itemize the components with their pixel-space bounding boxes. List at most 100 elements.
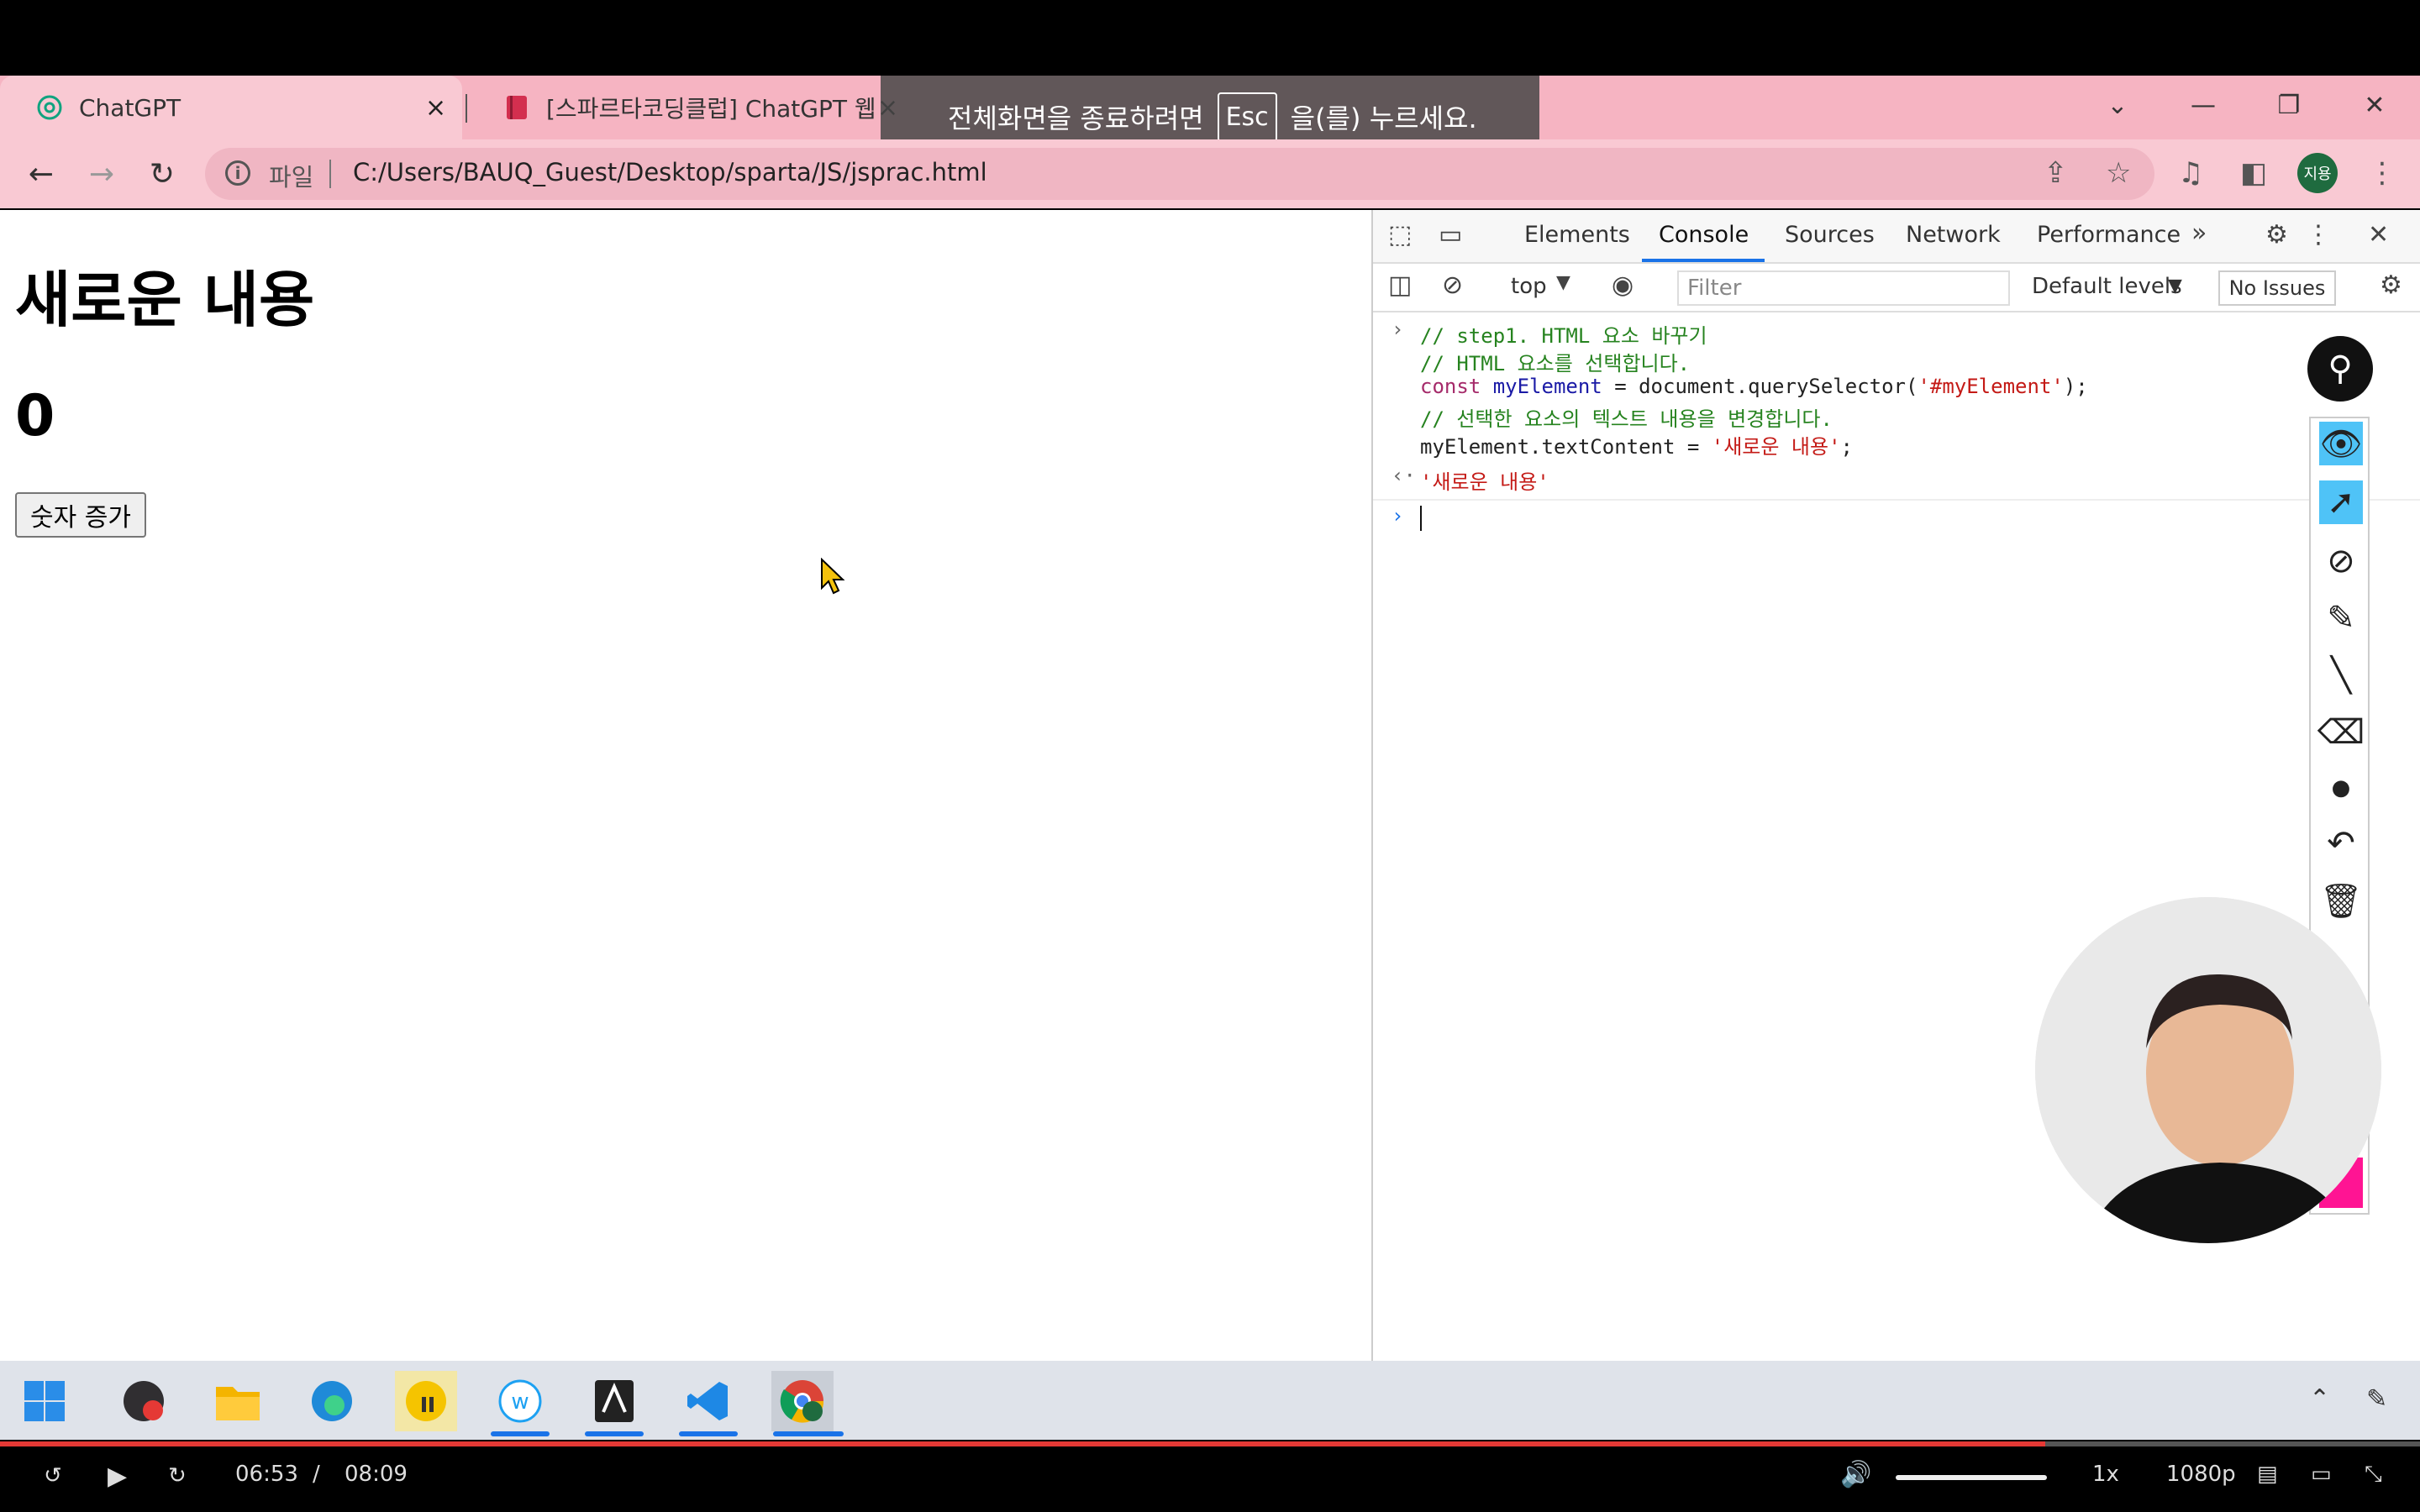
tab-performance[interactable]: Performance (2037, 222, 2181, 248)
playback-speed[interactable]: 1x (2092, 1462, 2119, 1487)
tab-console[interactable]: Console (1659, 222, 1749, 248)
file-explorer-icon[interactable] (207, 1371, 269, 1431)
device-toolbar-icon[interactable]: ▭ (1439, 220, 1462, 249)
log-levels-dropdown[interactable]: Default levels (2032, 274, 2182, 299)
windows-start-icon[interactable] (13, 1371, 76, 1431)
taskbar-running-indicator (585, 1431, 644, 1436)
side-panel-icon[interactable]: ◧ (2240, 156, 2267, 190)
devtools-menu-icon[interactable]: ⋮ (2306, 220, 2331, 249)
duration: 08:09 (345, 1462, 408, 1487)
tab-chatgpt[interactable]: ChatGPT × (0, 76, 462, 139)
undo-icon[interactable]: ↶ (2319, 822, 2363, 865)
captions-icon[interactable]: ▤ (2257, 1462, 2278, 1487)
whale-browser-icon[interactable]: w (489, 1371, 551, 1431)
console-result: '새로운 내용' (1420, 470, 1549, 494)
tray-chevron-up-icon[interactable]: ⌃ (2309, 1384, 2330, 1414)
book-icon (502, 93, 531, 122)
console-prompt-caret[interactable] (1420, 506, 1422, 531)
annotation-tool-logo-icon[interactable]: ⚲ (2307, 336, 2373, 402)
info-icon[interactable]: i (225, 160, 250, 186)
media-control-icon[interactable]: ♫ (2178, 156, 2203, 190)
exit-fullscreen-icon[interactable]: ⤡ (2365, 1462, 2382, 1488)
input-chevron-icon: › (1392, 318, 1404, 341)
live-expression-eye-icon[interactable]: ◉ (1612, 270, 1634, 300)
settings-gear-icon[interactable]: ⚙ (2265, 220, 2288, 249)
code-line: // step1. HTML 요소 바꾸기 (1420, 324, 1707, 348)
profile-avatar[interactable]: 지용 (2297, 153, 2338, 193)
taskbar-running-indicator (679, 1431, 738, 1436)
eraser-tool-icon[interactable]: ⌫ (2317, 711, 2365, 754)
chatgpt-icon (35, 93, 64, 122)
url-text[interactable]: C:/Users/BAUQ_Guest/Desktop/sparta/JS/js… (353, 158, 987, 186)
volume-slider[interactable] (1896, 1475, 2047, 1480)
inspect-element-icon[interactable]: ⬚ (1388, 220, 1412, 249)
forward-10-icon[interactable]: ↻ (168, 1463, 187, 1488)
presenter-avatar-icon (2035, 897, 2381, 1243)
counter-value: 0 (15, 383, 55, 449)
rewind-10-icon[interactable]: ↺ (44, 1463, 62, 1488)
messenger-app-icon[interactable] (395, 1371, 457, 1431)
laser-tool-icon[interactable]: ⊘ (2319, 539, 2363, 583)
back-icon[interactable]: ← (18, 151, 64, 197)
highlighter-tool-icon[interactable]: ✎ (2319, 596, 2363, 640)
tab-sources[interactable]: Sources (1785, 222, 1875, 248)
kebab-menu-icon[interactable]: ⋮ (2368, 156, 2396, 190)
volume-icon[interactable]: 🔊 (1840, 1460, 1871, 1489)
theater-mode-icon[interactable]: ▭ (2311, 1462, 2332, 1487)
current-time: 06:53 (235, 1462, 298, 1487)
levels-arrow-icon: ▼ (2168, 276, 2182, 297)
forward-icon[interactable]: → (79, 151, 124, 197)
increment-button[interactable]: 숫자 증가 (15, 492, 146, 538)
tab-title: [스파르타코딩클럽] ChatGPT 웹 (546, 95, 876, 123)
line-tool-icon[interactable]: ╲ (2319, 654, 2363, 697)
address-bar[interactable]: i 파일 C:/Users/BAUQ_Guest/Desktop/sparta/… (205, 148, 2154, 200)
context-selector[interactable]: top (1511, 274, 1547, 299)
close-tab-icon[interactable]: × (425, 93, 446, 123)
play-icon[interactable]: ▶ (108, 1462, 127, 1491)
taskbar-running-indicator (491, 1431, 550, 1436)
time-separator: / (313, 1462, 320, 1487)
progress-fill (0, 1441, 2045, 1446)
minimize-icon[interactable]: — (2178, 84, 2228, 126)
issues-button[interactable]: No Issues (2218, 270, 2336, 306)
web-page: 새로운 내용 0 숫자 증가 (0, 210, 1371, 1361)
clear-console-icon[interactable]: ⊘ (1442, 270, 1463, 300)
eye-tool-icon[interactable]: 👁 (2319, 422, 2363, 465)
sidebar-toggle-icon[interactable]: ◫ (1388, 270, 1412, 300)
code-line: // HTML 요소를 선택합니다. (1420, 352, 1691, 375)
tab-elements[interactable]: Elements (1524, 222, 1630, 248)
code-line: const myElement = document.querySelector… (1420, 375, 2088, 398)
reload-icon[interactable]: ↻ (139, 151, 185, 197)
dot-size-icon[interactable]: ● (2319, 766, 2363, 810)
edge-icon[interactable] (301, 1371, 363, 1431)
console-filter-input[interactable]: Filter (1677, 270, 2010, 306)
share-icon[interactable]: ⇪ (2044, 156, 2068, 190)
tab-network[interactable]: Network (1906, 222, 2001, 248)
notice-text-after: 을(를) 누르세요. (1290, 102, 1477, 134)
dropdown-arrow-icon[interactable]: ▼ (1556, 272, 1570, 293)
svg-text:w: w (511, 1389, 529, 1415)
vscode-icon[interactable] (677, 1371, 739, 1431)
close-devtools-icon[interactable]: ✕ (2368, 220, 2389, 249)
pen-tray-icon[interactable]: ✎ (2366, 1384, 2387, 1414)
acs-app-icon[interactable] (583, 1371, 645, 1431)
chrome-icon[interactable] (771, 1371, 834, 1431)
prompt-chevron-icon: › (1392, 504, 1404, 528)
tab-title: ChatGPT (79, 93, 182, 122)
os-taskbar (0, 1361, 2420, 1440)
console-divider (1373, 499, 2420, 501)
close-window-icon[interactable]: ✕ (2349, 84, 2400, 126)
console-settings-gear-icon[interactable]: ⚙ (2380, 270, 2402, 300)
more-tabs-icon[interactable]: » (2191, 218, 2207, 248)
tab-sparta[interactable]: [스파르타코딩클럽] ChatGPT 웹 × (467, 76, 904, 139)
pointer-tool-icon[interactable]: ➚ (2319, 480, 2363, 524)
result-arrow-icon: ‹· (1392, 464, 1416, 487)
restore-icon[interactable]: ❐ (2264, 84, 2314, 126)
trash-icon[interactable]: 🗑 (2319, 879, 2363, 922)
bookmark-star-icon[interactable]: ☆ (2106, 156, 2131, 190)
obs-icon[interactable] (113, 1371, 175, 1431)
quality-selector[interactable]: 1080p (2166, 1462, 2236, 1487)
active-tab-indicator (1642, 259, 1765, 262)
tab-search-chevron-icon[interactable]: ⌄ (2092, 84, 2143, 126)
webcam-overlay (2035, 897, 2381, 1243)
